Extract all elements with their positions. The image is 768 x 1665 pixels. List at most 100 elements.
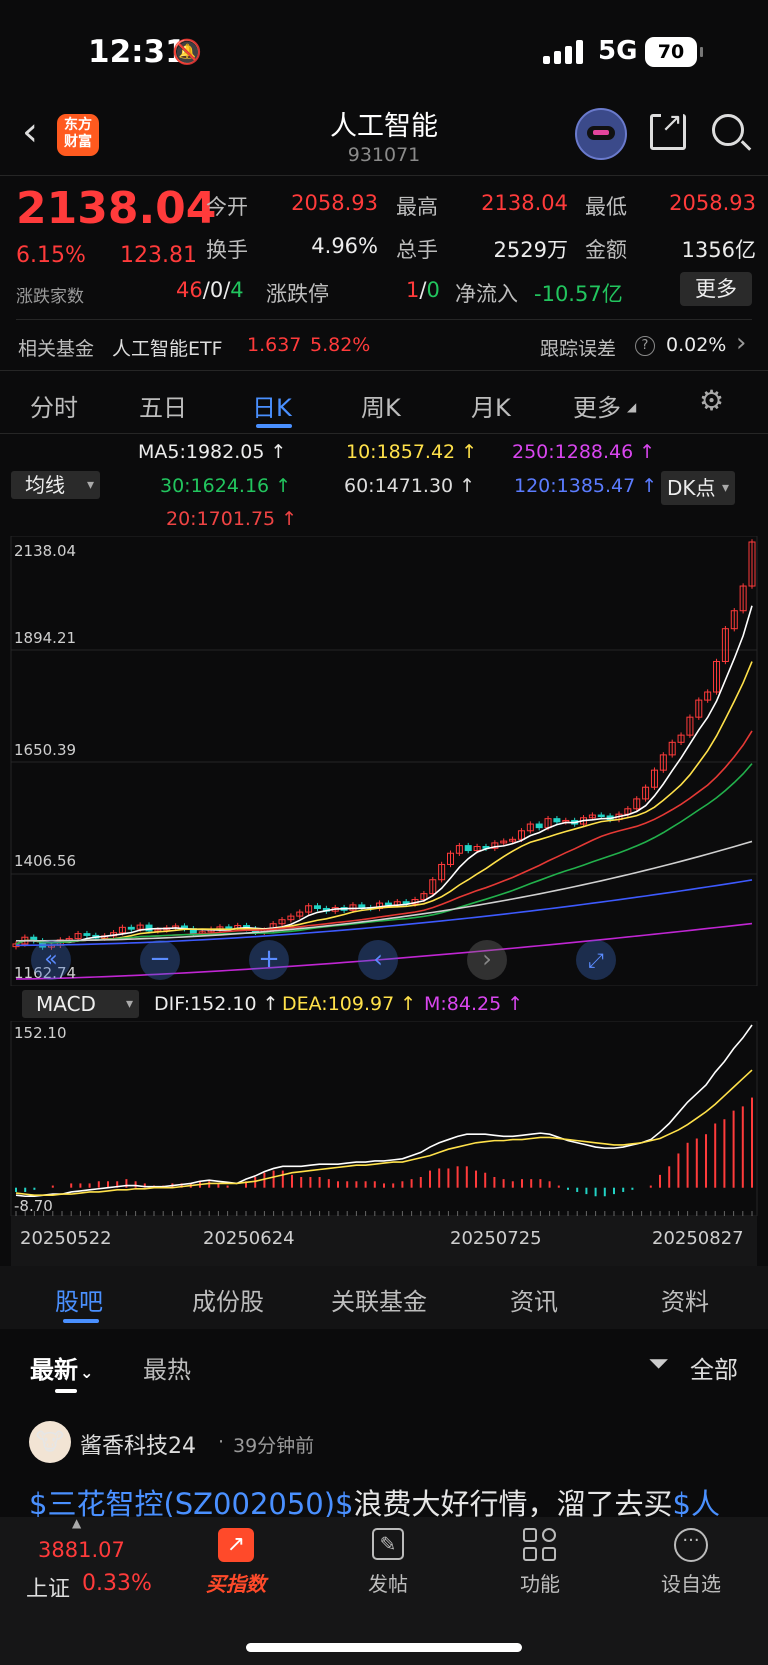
candle-body bbox=[597, 814, 605, 818]
limit-label: 涨跌停 bbox=[266, 282, 329, 306]
function-grid-icon[interactable] bbox=[523, 1528, 557, 1562]
tab-weekly-k[interactable]: 周K bbox=[361, 388, 401, 423]
help-icon[interactable]: ? bbox=[635, 336, 655, 356]
tab-indicator bbox=[256, 424, 292, 428]
current-price: 2138.04 bbox=[16, 183, 217, 234]
tracking-error-label: 跟踪误差 bbox=[540, 338, 617, 360]
tab-constituents[interactable]: 成份股 bbox=[192, 1282, 264, 1317]
settings-gear-icon[interactable]: ⚙ bbox=[699, 384, 724, 417]
battery-icon: 70 bbox=[645, 37, 703, 67]
volume-label: 总手 bbox=[396, 238, 438, 262]
assistant-robot-icon[interactable] bbox=[575, 108, 627, 160]
fund-percent: 5.82% bbox=[310, 334, 371, 356]
sh-index-percent[interactable]: 0.33% bbox=[82, 1571, 152, 1596]
divider bbox=[0, 433, 768, 434]
scroll-right-icon[interactable]: › bbox=[467, 940, 507, 980]
filter-funnel-icon[interactable]: ⏷ bbox=[648, 1349, 669, 1380]
date-label: 20250827 bbox=[652, 1228, 744, 1249]
open-value: 2058.93 bbox=[291, 191, 378, 215]
tab-profile[interactable]: 资料 bbox=[661, 1282, 709, 1317]
price-axis-label: 1894.21 bbox=[14, 629, 77, 647]
divider bbox=[0, 175, 768, 176]
amount-label: 金额 bbox=[585, 238, 627, 262]
candlestick-chart[interactable] bbox=[0, 536, 768, 986]
network-type: 5G bbox=[598, 36, 638, 66]
m-value: M:84.25 ↑ bbox=[424, 993, 524, 1015]
tab-news[interactable]: 资讯 bbox=[510, 1282, 558, 1317]
breadth-values: 46/0/4 bbox=[176, 278, 244, 302]
price-axis-label: 2138.04 bbox=[14, 542, 77, 560]
ma-select[interactable]: 均线 bbox=[11, 471, 100, 499]
filter-indicator bbox=[55, 1389, 77, 1393]
candle-body bbox=[464, 845, 472, 852]
fund-name[interactable]: 人工智能ETF bbox=[112, 334, 223, 361]
buy-index-button[interactable]: 买指数 bbox=[186, 1568, 286, 1597]
compose-icon[interactable]: ✎ bbox=[372, 1528, 404, 1560]
tab-indicator bbox=[63, 1319, 99, 1323]
zoom-in-icon[interactable]: + bbox=[249, 940, 289, 980]
low-label: 最低 bbox=[585, 195, 627, 219]
macd-select[interactable]: MACD bbox=[22, 990, 139, 1018]
candle-body bbox=[127, 926, 135, 930]
macd-axis-top: 152.10 bbox=[14, 1024, 67, 1042]
macd-chart[interactable] bbox=[0, 1021, 768, 1216]
search-icon[interactable] bbox=[712, 114, 744, 146]
candle-body bbox=[83, 933, 91, 936]
scroll-left-icon[interactable]: ‹ bbox=[358, 940, 398, 980]
tab-more[interactable]: 更多 bbox=[573, 388, 621, 423]
post-text-plain: 浪费大好行情，溜了去买 bbox=[353, 1487, 673, 1521]
stock-link[interactable]: $人 bbox=[673, 1487, 720, 1521]
home-indicator bbox=[246, 1643, 522, 1652]
trend-chart-icon[interactable]: ↗ bbox=[218, 1528, 254, 1562]
ma60-value: 60:1471.30 ↑ bbox=[344, 475, 476, 497]
low-value: 2058.93 bbox=[669, 191, 756, 215]
ma10-value: 10:1857.42 ↑ bbox=[346, 441, 478, 463]
dk-point-button[interactable]: DK点 bbox=[661, 471, 735, 505]
caret-up-icon: ▲ bbox=[72, 1516, 82, 1530]
change-value: 123.81 bbox=[120, 243, 197, 268]
sh-index-name[interactable]: 上证 bbox=[26, 1571, 70, 1603]
netflow-value: -10.57亿 bbox=[534, 282, 623, 306]
ma120-value: 120:1385.47 ↑ bbox=[514, 475, 658, 497]
sh-index-value[interactable]: 3881.07 bbox=[38, 1538, 125, 1562]
ma5-value: MA5:1982.05 ↑ bbox=[138, 441, 287, 463]
tab-intraday[interactable]: 分时 bbox=[30, 388, 78, 423]
signal-icon bbox=[543, 40, 587, 64]
chevron-right-icon[interactable]: › bbox=[736, 328, 746, 358]
more-dots-icon[interactable]: ··· bbox=[674, 1528, 708, 1562]
more-caret-icon: ◢ bbox=[627, 400, 637, 414]
fullscreen-icon[interactable]: ⤢ bbox=[576, 940, 616, 980]
fund-label: 相关基金 bbox=[18, 338, 95, 360]
filter-all[interactable]: 全部 bbox=[690, 1350, 738, 1385]
mute-bell-icon: 🔕 bbox=[172, 38, 202, 66]
filter-hot[interactable]: 最热 bbox=[143, 1350, 191, 1385]
post-dot: · bbox=[218, 1431, 225, 1453]
zoom-out-icon[interactable]: − bbox=[140, 940, 180, 980]
tab-guba[interactable]: 股吧 bbox=[55, 1282, 103, 1317]
ma20-value: 20:1701.75 ↑ bbox=[166, 508, 298, 530]
avatar[interactable]: 🐮 bbox=[29, 1421, 71, 1463]
more-button[interactable]: 更多 bbox=[680, 272, 752, 306]
tab-monthly-k[interactable]: 月K bbox=[471, 388, 511, 423]
status-bar: 12:31 🔕 5G 70 bbox=[0, 0, 768, 100]
dea-value: DEA:109.97 ↑ bbox=[282, 993, 417, 1015]
share-icon[interactable] bbox=[650, 109, 686, 150]
tab-related-funds[interactable]: 关联基金 bbox=[331, 1282, 427, 1317]
chevron-down-icon: ⌄ bbox=[80, 1363, 94, 1382]
scroll-left-fast-icon[interactable]: « bbox=[31, 940, 71, 980]
post-time: 39分钟前 bbox=[233, 1435, 315, 1457]
candle-body bbox=[358, 904, 366, 909]
post-button[interactable]: 发帖 bbox=[338, 1568, 438, 1597]
filter-latest[interactable]: 最新 ⌄ bbox=[30, 1350, 93, 1385]
function-button[interactable]: 功能 bbox=[490, 1568, 590, 1597]
ma30-value: 30:1624.16 ↑ bbox=[160, 475, 292, 497]
divider bbox=[0, 370, 768, 371]
candle-body bbox=[313, 905, 321, 909]
limit-values: 1/0 bbox=[406, 278, 440, 302]
add-watchlist-button[interactable]: 设自选 bbox=[641, 1568, 741, 1597]
tab-daily-k[interactable]: 日K bbox=[252, 388, 292, 423]
amount-value: 1356亿 bbox=[681, 238, 756, 262]
post-username[interactable]: 酱香科技24 bbox=[80, 1428, 196, 1460]
tab-five-day[interactable]: 五日 bbox=[139, 388, 187, 423]
date-axis: 20250522 20250624 20250725 20250827 bbox=[11, 1216, 757, 1266]
